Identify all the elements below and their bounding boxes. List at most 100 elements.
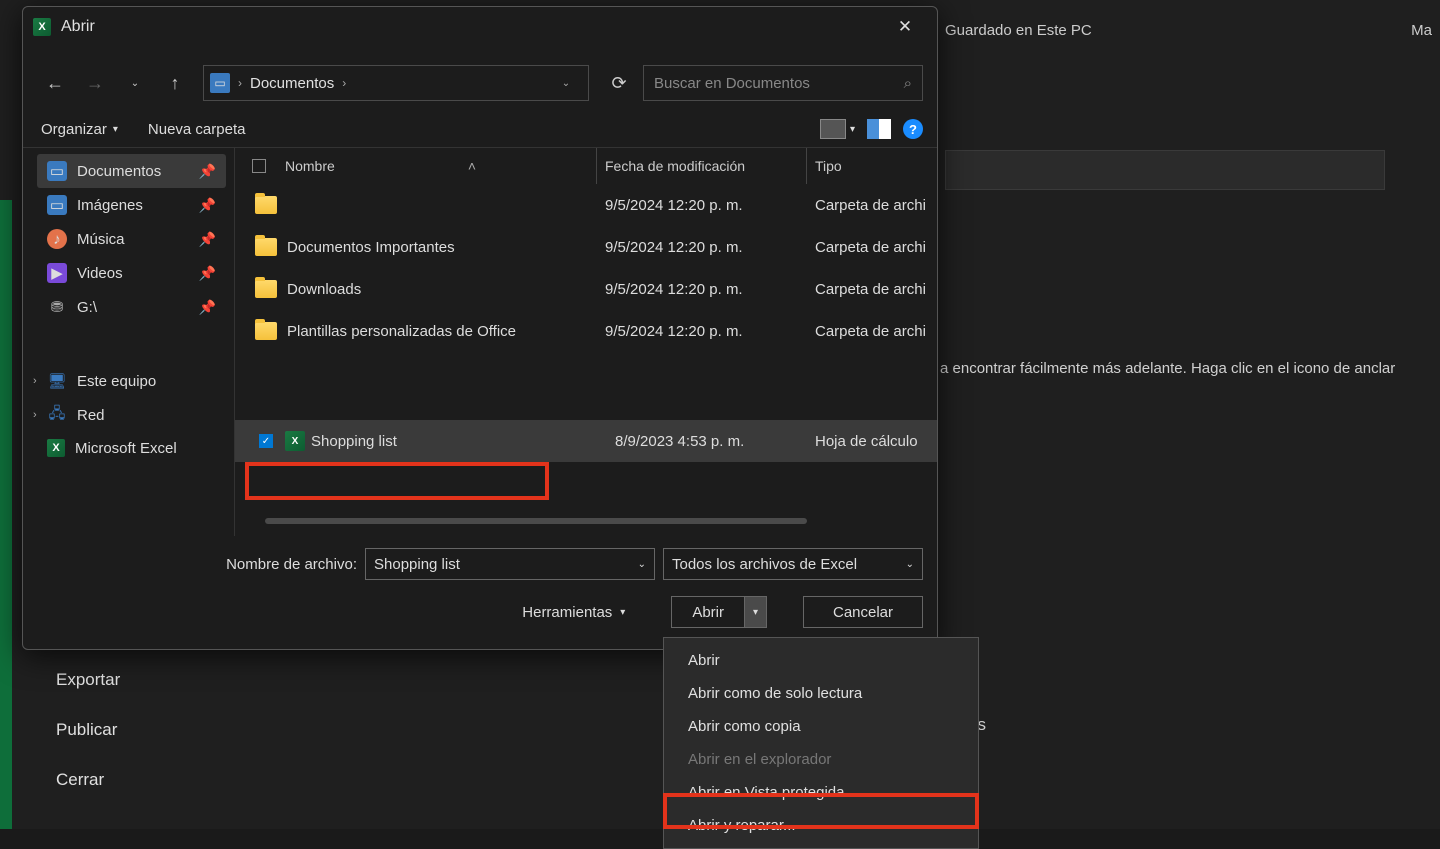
nav-forward-button[interactable]: → [77, 65, 113, 101]
col-date-label: Fecha de modificación [605, 158, 745, 174]
file-type: Carpeta de archi [807, 239, 937, 256]
chevron-down-icon[interactable]: ⌄ [638, 559, 646, 570]
file-name: Shopping list [307, 433, 607, 450]
pin-icon: 📌 [199, 265, 216, 282]
file-row[interactable]: Downloads 9/5/2024 12:20 p. m. Carpeta d… [235, 268, 937, 310]
dialog-footer: Nombre de archivo: Shopping list ⌄ Todos… [23, 536, 937, 642]
file-checkbox-checked[interactable]: ✓ [259, 434, 273, 448]
organize-label: Organizar [41, 121, 107, 138]
tools-label: Herramientas [522, 604, 612, 621]
col-type-label: Tipo [815, 158, 842, 174]
menu-publish[interactable]: Publicar [56, 720, 120, 740]
filename-input[interactable]: Shopping list ⌄ [365, 548, 655, 580]
sidebar-item-network[interactable]: › 🖧 Red [37, 398, 226, 432]
sidebar-item-videos[interactable]: ▶ Videos 📌 [37, 256, 226, 290]
nav-recent-button[interactable]: ⌄ [117, 65, 153, 101]
pc-icon: 🖥 [47, 371, 67, 391]
dialog-titlebar: X Abrir ✕ [23, 7, 937, 47]
new-folder-button[interactable]: Nueva carpeta [148, 121, 246, 138]
folder-icon [255, 238, 277, 256]
truncated-text: Ma [1411, 22, 1432, 39]
file-row-selected[interactable]: ✓ X Shopping list 8/9/2023 4:53 p. m. Ho… [235, 420, 937, 462]
tools-button[interactable]: Herramientas ▾ [522, 604, 625, 621]
chevron-right-icon[interactable]: › [340, 76, 348, 90]
file-date: 9/5/2024 12:20 p. m. [597, 281, 807, 298]
sidebar-item-label: G:\ [77, 299, 97, 316]
open-dialog: X Abrir ✕ ← → ⌄ ↑ ▭ › Documentos › ⌄ ⟳ B… [22, 6, 938, 650]
dropdown-item-open[interactable]: Abrir [664, 644, 978, 677]
file-row[interactable]: Documentos Importantes 9/5/2024 12:20 p.… [235, 226, 937, 268]
sidebar-item-this-pc[interactable]: › 🖥 Este equipo [37, 364, 226, 398]
filetype-select[interactable]: Todos los archivos de Excel ⌄ [663, 548, 923, 580]
list-view-icon [820, 119, 846, 139]
drive-icon: ⛃ [47, 297, 67, 317]
file-name: Plantillas personalizadas de Office [283, 323, 597, 340]
sidebar-item-label: Videos [77, 265, 123, 282]
excel-search-placeholder[interactable] [945, 150, 1385, 190]
file-row[interactable]: 9/5/2024 12:20 p. m. Carpeta de archi [235, 184, 937, 226]
file-row[interactable]: Plantillas personalizadas de Office 9/5/… [235, 310, 937, 352]
pin-icon: 📌 [199, 197, 216, 214]
folder-icon [255, 196, 277, 214]
expand-icon[interactable]: › [33, 375, 37, 387]
sidebar-item-music[interactable]: ♪ Música 📌 [37, 222, 226, 256]
file-type: Hoja de cálculo [807, 433, 937, 450]
file-date: 9/5/2024 12:20 p. m. [597, 239, 807, 256]
dropdown-item-open-copy[interactable]: Abrir como copia [664, 710, 978, 743]
breadcrumb-folder[interactable]: Documentos [250, 75, 334, 92]
sidebar-item-drive-g[interactable]: ⛃ G:\ 📌 [37, 290, 226, 324]
organize-button relevance-button[interactable]: Organizar ▾ [41, 121, 118, 138]
dialog-title: Abrir [61, 18, 95, 36]
folder-sidebar: ▭ Documentos 📌 ▭ Imágenes 📌 ♪ Música 📌 ▶… [23, 148, 234, 536]
search-box[interactable]: Buscar en Documentos ⌕ [643, 65, 923, 101]
help-icon[interactable]: ? [903, 119, 923, 139]
chevron-down-icon: ▾ [620, 607, 625, 618]
sort-icon: ˄ [468, 158, 596, 174]
chevron-down-icon: ▾ [850, 124, 855, 135]
file-date: 9/5/2024 12:20 p. m. [597, 323, 807, 340]
nav-back-button[interactable]: ← [37, 65, 73, 101]
pin-icon: 📌 [199, 299, 216, 316]
address-history-button[interactable]: ⌄ [550, 78, 582, 89]
folder-icon [255, 280, 277, 298]
sidebar-item-excel[interactable]: X Microsoft Excel [37, 432, 226, 464]
dropdown-item-open-protected[interactable]: Abrir en Vista protegida [664, 776, 978, 809]
address-bar[interactable]: ▭ › Documentos › ⌄ [203, 65, 589, 101]
sidebar-item-label: Red [77, 407, 105, 424]
pin-icon: 📌 [199, 231, 216, 248]
chevron-down-icon[interactable]: ⌄ [906, 559, 914, 570]
filename-label: Nombre de archivo: [226, 556, 357, 573]
refresh-button[interactable]: ⟳ [599, 65, 639, 101]
open-label: Abrir [692, 604, 724, 621]
column-type-header[interactable]: Tipo [807, 148, 937, 184]
column-name-header[interactable]: Nombre ˄ [283, 148, 597, 184]
close-button[interactable]: ✕ [883, 9, 927, 45]
sidebar-item-documents[interactable]: ▭ Documentos 📌 [37, 154, 226, 188]
pin-icon: 📌 [199, 163, 216, 180]
column-date-header[interactable]: Fecha de modificación [597, 148, 807, 184]
address-folder-icon: ▭ [210, 73, 230, 93]
network-icon: 🖧 [47, 405, 67, 425]
open-button-group: Abrir ▾ [671, 596, 767, 628]
sidebar-item-label: Microsoft Excel [75, 440, 177, 457]
dropdown-item-open-readonly[interactable]: Abrir como de solo lectura [664, 677, 978, 710]
excel-icon: X [47, 439, 65, 457]
menu-close[interactable]: Cerrar [56, 770, 120, 790]
dropdown-item-open-repair[interactable]: Abrir y reparar... [664, 809, 978, 842]
nav-up-button[interactable]: ↑ [157, 65, 193, 101]
expand-icon[interactable]: › [33, 409, 37, 421]
open-split-button[interactable]: ▾ [745, 596, 767, 628]
menu-export[interactable]: Exportar [56, 670, 120, 690]
music-icon: ♪ [47, 229, 67, 249]
excel-hint-text: a encontrar fácilmente más adelante. Hag… [940, 360, 1395, 377]
sidebar-item-images[interactable]: ▭ Imágenes 📌 [37, 188, 226, 222]
excel-file-icon: X [285, 431, 305, 451]
horizontal-scrollbar[interactable] [265, 518, 807, 524]
view-mode-button[interactable]: ▾ [820, 119, 855, 139]
preview-pane-button[interactable] [867, 119, 891, 139]
select-all-checkbox[interactable] [252, 159, 266, 173]
open-button[interactable]: Abrir [671, 596, 745, 628]
file-date: 9/5/2024 12:20 p. m. [597, 197, 807, 214]
cancel-button[interactable]: Cancelar [803, 596, 923, 628]
dialog-content: ▭ Documentos 📌 ▭ Imágenes 📌 ♪ Música 📌 ▶… [23, 148, 937, 536]
